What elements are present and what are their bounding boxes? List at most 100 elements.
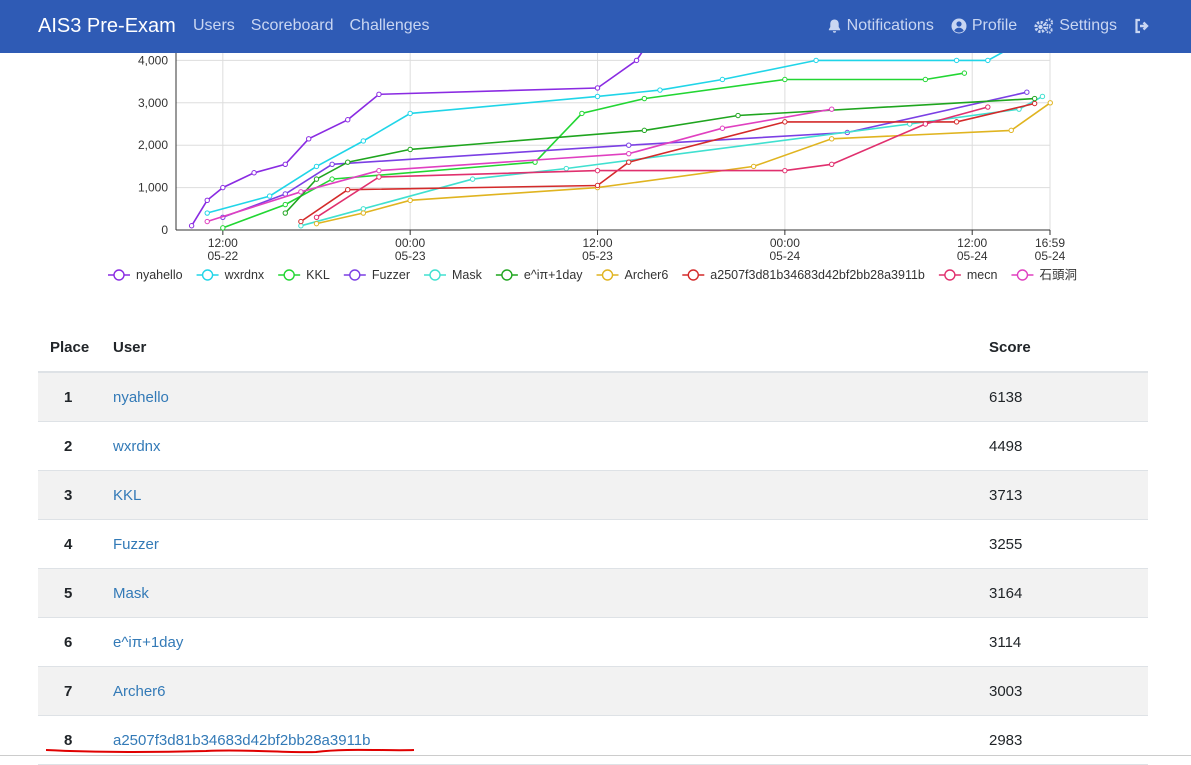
legend-marker bbox=[944, 269, 956, 281]
row-place: 1 bbox=[64, 388, 73, 406]
page-bottom-rule bbox=[0, 755, 1191, 756]
series-point bbox=[282, 210, 288, 216]
row-score: 3003 bbox=[989, 682, 1023, 700]
series-point bbox=[1024, 89, 1030, 95]
user-circle-icon bbox=[951, 18, 967, 34]
nav-notifications[interactable]: Notifications bbox=[827, 17, 934, 35]
legend-label: e^iπ+1day bbox=[524, 268, 583, 282]
series-point bbox=[360, 210, 367, 216]
series-point bbox=[266, 193, 273, 199]
series-point bbox=[345, 159, 351, 165]
series-line-6 bbox=[316, 102, 1051, 225]
nav-right: Notifications Profile Settings bbox=[827, 17, 1151, 35]
series-point bbox=[376, 174, 382, 180]
row-user-link[interactable]: Archer6 bbox=[113, 683, 989, 700]
series-point bbox=[313, 214, 320, 220]
legend-label: Fuzzer bbox=[372, 268, 410, 282]
series-line-9 bbox=[206, 108, 832, 223]
series-point bbox=[719, 125, 726, 131]
x-tick-label: 05-22 bbox=[207, 249, 238, 263]
series-point bbox=[594, 167, 601, 174]
series-point bbox=[469, 176, 476, 182]
gears-icon bbox=[1034, 18, 1054, 34]
series-point bbox=[204, 210, 210, 216]
legend-marker bbox=[1016, 269, 1029, 281]
series-point bbox=[594, 182, 601, 189]
legend-label: 石頭洞 bbox=[1039, 268, 1077, 282]
legend-label: a2507f3d81b34683d42bf2bb28a3911b bbox=[710, 268, 925, 282]
row-score: 3114 bbox=[989, 633, 1022, 651]
table-row: 6 e^iπ+1day 3114 bbox=[38, 618, 1148, 667]
row-user-link[interactable]: wxrdnx bbox=[113, 438, 989, 455]
series-point bbox=[204, 197, 210, 204]
x-tick-label: 05-23 bbox=[395, 249, 426, 263]
legend-marker bbox=[687, 269, 699, 281]
series-point bbox=[376, 91, 382, 98]
legend-marker bbox=[601, 269, 614, 281]
score-chart-svg: 01,0002,0003,0004,00012:0005-2200:0005-2… bbox=[108, 53, 1077, 282]
series-point bbox=[204, 218, 210, 225]
series-point bbox=[953, 119, 960, 125]
nav-challenges[interactable]: Challenges bbox=[350, 17, 430, 35]
brand-link[interactable]: AIS3 Pre-Exam bbox=[38, 15, 176, 38]
x-tick-label: 05-23 bbox=[582, 249, 613, 263]
series-point bbox=[329, 161, 335, 167]
y-tick-label: 3,000 bbox=[138, 96, 168, 110]
row-score: 3164 bbox=[989, 584, 1023, 602]
legend-label: wxrdnx bbox=[224, 268, 265, 282]
row-user-link[interactable]: nyahello bbox=[113, 389, 989, 406]
header-score: Score bbox=[989, 338, 1031, 356]
series-point bbox=[563, 165, 569, 172]
series-point bbox=[922, 121, 929, 127]
nav-left: Users Scoreboard Challenges bbox=[193, 17, 430, 35]
series-point bbox=[782, 76, 788, 83]
row-place: 7 bbox=[64, 682, 73, 700]
row-user-link[interactable]: e^iπ+1day bbox=[113, 634, 989, 651]
row-score: 6138 bbox=[989, 388, 1023, 406]
series-point bbox=[633, 57, 640, 64]
row-user-link[interactable]: KKL bbox=[113, 487, 989, 504]
nav-scoreboard[interactable]: Scoreboard bbox=[251, 17, 334, 35]
row-score: 3255 bbox=[989, 535, 1023, 553]
row-place: 3 bbox=[64, 486, 73, 504]
row-user-link[interactable]: Mask bbox=[113, 585, 989, 602]
series-point bbox=[922, 76, 929, 83]
table-row: 3 KKL 3713 bbox=[38, 471, 1148, 520]
legend-label: mecn bbox=[967, 268, 998, 282]
header-place: Place bbox=[50, 338, 90, 356]
series-point bbox=[626, 150, 632, 157]
x-tick-label: 05-24 bbox=[1035, 249, 1066, 263]
row-score: 3713 bbox=[989, 486, 1023, 504]
series-point bbox=[1047, 100, 1053, 106]
scoreboard-table: Place User Score 1 nyahello 6138 2 wxrdn… bbox=[38, 323, 1148, 765]
series-point bbox=[657, 87, 663, 93]
series-point bbox=[360, 138, 367, 144]
y-tick-label: 1,000 bbox=[138, 181, 168, 195]
sign-out-icon bbox=[1135, 18, 1149, 34]
x-tick-label: 05-24 bbox=[957, 249, 988, 263]
row-place: 4 bbox=[64, 535, 73, 553]
series-line-4 bbox=[300, 95, 1043, 227]
logout-button[interactable] bbox=[1134, 18, 1151, 34]
series-point bbox=[306, 136, 312, 142]
series-line-7 bbox=[300, 102, 1035, 223]
y-tick-label: 2,000 bbox=[138, 138, 168, 152]
legend-marker bbox=[113, 269, 125, 281]
series-point bbox=[407, 197, 413, 204]
series-point bbox=[1031, 100, 1038, 107]
series-point bbox=[251, 170, 257, 176]
x-tick-label: 00:00 bbox=[395, 236, 425, 250]
nav-profile[interactable]: Profile bbox=[951, 17, 1017, 35]
series-point bbox=[376, 167, 382, 174]
nav-settings[interactable]: Settings bbox=[1034, 17, 1117, 35]
row-place: 6 bbox=[64, 633, 73, 651]
series-point bbox=[329, 176, 335, 182]
nav-users[interactable]: Users bbox=[193, 17, 235, 35]
table-header: Place User Score bbox=[38, 323, 1148, 373]
series-point bbox=[313, 176, 320, 182]
nav-profile-label: Profile bbox=[971, 17, 1018, 34]
row-user-link[interactable]: Fuzzer bbox=[113, 536, 989, 553]
series-point bbox=[1039, 93, 1046, 100]
series-point bbox=[579, 110, 585, 117]
series-point bbox=[345, 187, 351, 193]
